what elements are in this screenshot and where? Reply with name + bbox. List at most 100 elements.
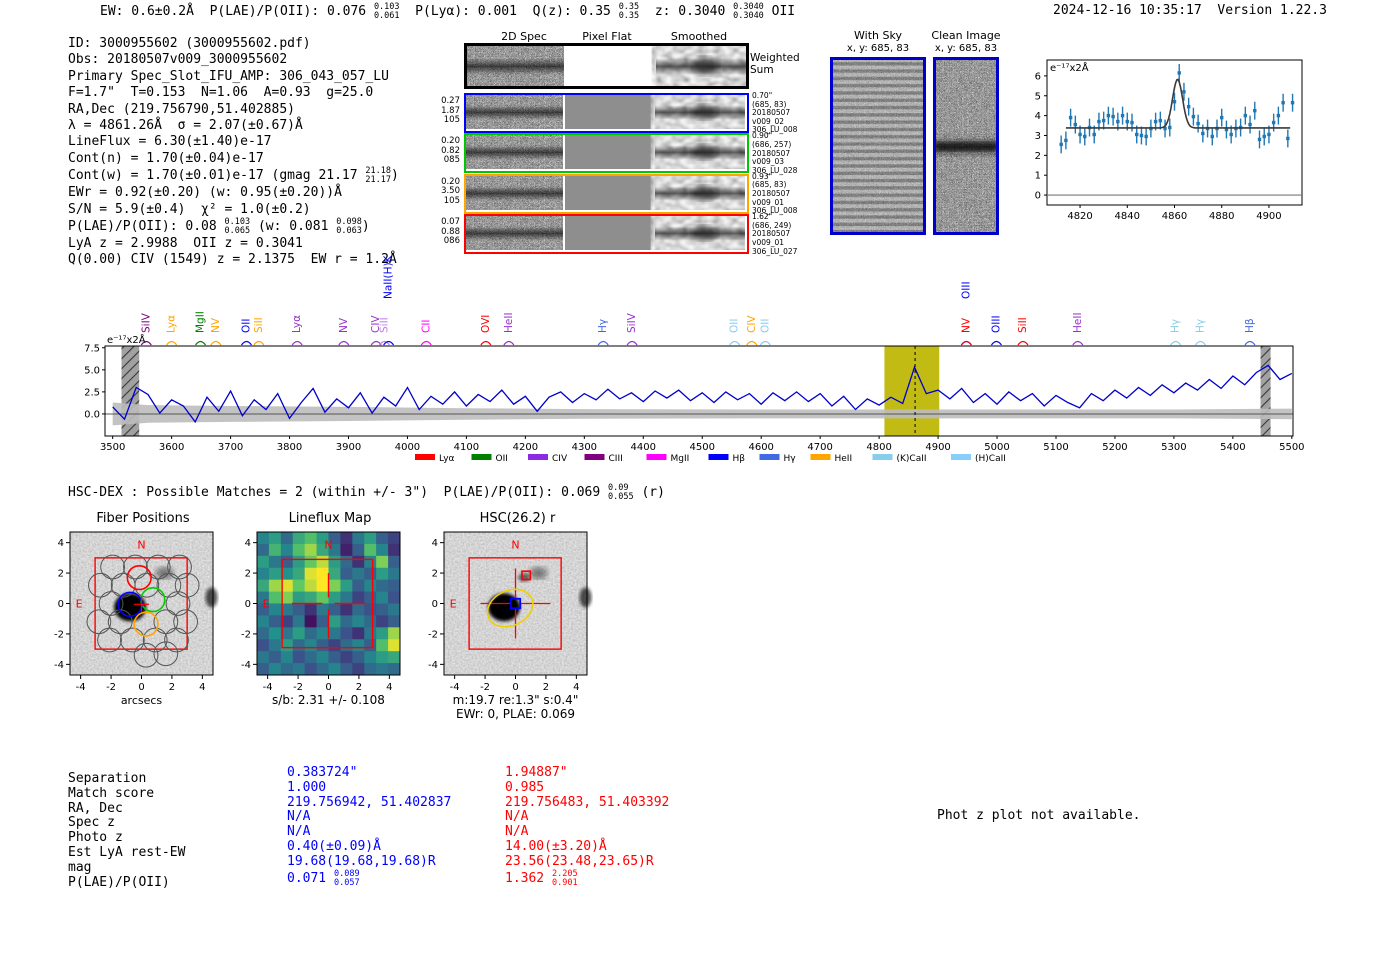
smooth-panel <box>655 175 745 210</box>
elixer-report-page: EW: 0.6±0.2Å P(LAE)/P(OII): 0.076 0.103 0… <box>0 0 1400 953</box>
clean-image-cutout <box>933 57 999 235</box>
heatmap-cell <box>292 639 306 652</box>
fit-ytick: 4 <box>1035 111 1041 122</box>
heatmap-cell <box>376 532 389 545</box>
match-row-value: N/A <box>287 809 451 825</box>
stat-text: OII <box>763 3 796 19</box>
text-segment: N/A <box>505 824 529 840</box>
heatmap-cell <box>304 579 318 593</box>
heatmap-cell <box>328 591 341 604</box>
ellipse <box>692 57 719 75</box>
flat-panel <box>565 216 653 251</box>
text-segment: LyA z = 2.9988 OII z = 0.3041 <box>68 235 303 251</box>
heatmap-cell <box>352 663 365 676</box>
info-line: ID: 3000955602 (3000955602.pdf) <box>68 36 399 52</box>
heatmap-cell <box>388 651 401 664</box>
heatmap-cell <box>340 639 353 652</box>
match-row-value: 0.383724" <box>287 765 451 781</box>
heatmap-cell <box>328 627 341 640</box>
div: 0.055 <box>608 491 634 502</box>
info-line: Cont(n) = 1.70(±0.04)e-17 <box>68 151 399 167</box>
heatmap-cell <box>376 615 389 628</box>
data-point <box>1101 118 1106 123</box>
match-row-value: 1.362 2.205 0.901 <box>505 869 669 888</box>
photz-note: Phot z plot not available. <box>937 808 1141 823</box>
heatmap-cell <box>316 651 329 664</box>
match-row-value: 1.94887" <box>505 765 669 781</box>
rect <box>936 142 996 151</box>
text-segment: 0.383724" <box>287 765 358 780</box>
match-candidate-2: 1.94887" 0.985 219.756483, 51.403392 N/A N/A… <box>505 765 669 888</box>
heatmap-cell <box>388 543 401 557</box>
heatmap-cell <box>328 639 341 652</box>
div: 085 <box>443 155 460 166</box>
emission-line-label: OII <box>759 319 771 333</box>
heatmap-cell <box>292 663 306 676</box>
info-block: ID: 3000955602 (3000955602.pdf) Obs: 2018… <box>68 36 399 269</box>
legend-label: CIV <box>552 454 568 464</box>
heatmap-cell <box>257 615 270 628</box>
info-line: Primary Spec_Slot_IFU_AMP: 306_043_057_L… <box>68 69 399 85</box>
text-segment: 19.68(19.68,19.68)R <box>287 853 436 869</box>
emission-line-label: Lyα <box>166 315 178 333</box>
heatmap-cell <box>292 651 306 664</box>
spec2d-row-left-labels: 0.20 3.50 105 <box>430 177 460 207</box>
edge-blob <box>579 587 592 608</box>
svg <box>833 60 923 232</box>
heatmap-cell <box>268 603 282 616</box>
match-row-label: mag <box>68 859 92 875</box>
data-point <box>1158 118 1163 123</box>
data-point <box>1068 115 1073 120</box>
div: 0.065 <box>224 225 251 236</box>
line-marker-bracket <box>729 340 741 346</box>
heatmap-cell <box>328 567 341 581</box>
legend-label: MgII <box>671 454 690 464</box>
spec2d-row-image <box>466 95 745 129</box>
map-xtick: -4 <box>263 682 273 693</box>
weighted-sum-label: Weighted Sum <box>750 52 800 76</box>
emission-line-label: CIV <box>746 315 758 333</box>
match-row-label: Match score <box>68 785 155 801</box>
fit-xtick: 4880 <box>1209 211 1234 222</box>
div: 21.17 <box>365 175 392 186</box>
legend-swatch <box>584 454 605 460</box>
text-segment: Obs: 20180507v009_3000955602 <box>68 52 288 68</box>
data-point <box>1116 119 1120 124</box>
spectrum-xtick: 3600 <box>159 442 184 453</box>
data-point <box>1281 101 1285 105</box>
smooth-panel <box>655 95 745 129</box>
data-point <box>1229 132 1233 137</box>
data-point <box>1182 90 1186 94</box>
map-xtick: 0 <box>325 682 331 693</box>
data-point <box>1262 134 1266 139</box>
spec-panel <box>466 95 563 129</box>
line-marker-bracket <box>597 340 609 346</box>
fit-xtick: 4840 <box>1115 211 1140 222</box>
flat-panel <box>565 135 653 170</box>
spectrum-xtick: 5400 <box>1220 442 1245 453</box>
text-segment: Cont(n) = 1.70(±0.04)e-17 <box>68 150 264 166</box>
north-label: N <box>511 539 519 552</box>
clean-image-cutout-title: Clean Image <box>931 29 1001 42</box>
spec2d-row-left-labels: 0.27 1.87 105 <box>430 96 460 126</box>
heatmap-cell <box>340 555 353 569</box>
heatmap-cell <box>268 627 282 640</box>
spectrum-xtick: 3700 <box>218 442 243 453</box>
rect <box>566 46 654 86</box>
fit-xtick: 4860 <box>1162 211 1187 222</box>
text-segment: 1.94887" <box>505 765 568 780</box>
heatmap-cell <box>364 627 377 640</box>
spectrum-ytick: 7.5 <box>85 343 100 354</box>
fit-ytick: 5 <box>1035 91 1041 102</box>
with-sky-cutout <box>830 57 926 235</box>
heatmap-cell <box>376 543 389 557</box>
heatmap-cell <box>340 567 353 581</box>
report-datetime: 2024-12-16 10:35:17 <box>1053 3 1202 18</box>
header-stats: EW: 0.6±0.2Å P(LAE)/P(OII): 0.076 0.103 0… <box>100 3 795 21</box>
ellipse <box>691 144 718 160</box>
heatmap-cell <box>340 543 353 557</box>
heatmap-cell <box>268 663 282 676</box>
heatmap-cell <box>268 651 282 664</box>
neighbor-blob <box>529 567 548 580</box>
data-point <box>1125 119 1129 124</box>
